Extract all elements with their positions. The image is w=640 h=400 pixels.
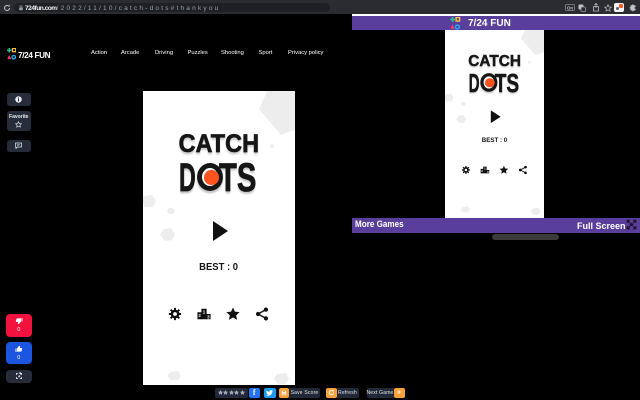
svg-text:On: On xyxy=(567,5,574,10)
svg-text:2: 2 xyxy=(481,169,483,173)
svg-text:1: 1 xyxy=(484,167,486,171)
svg-text:3: 3 xyxy=(486,170,488,174)
